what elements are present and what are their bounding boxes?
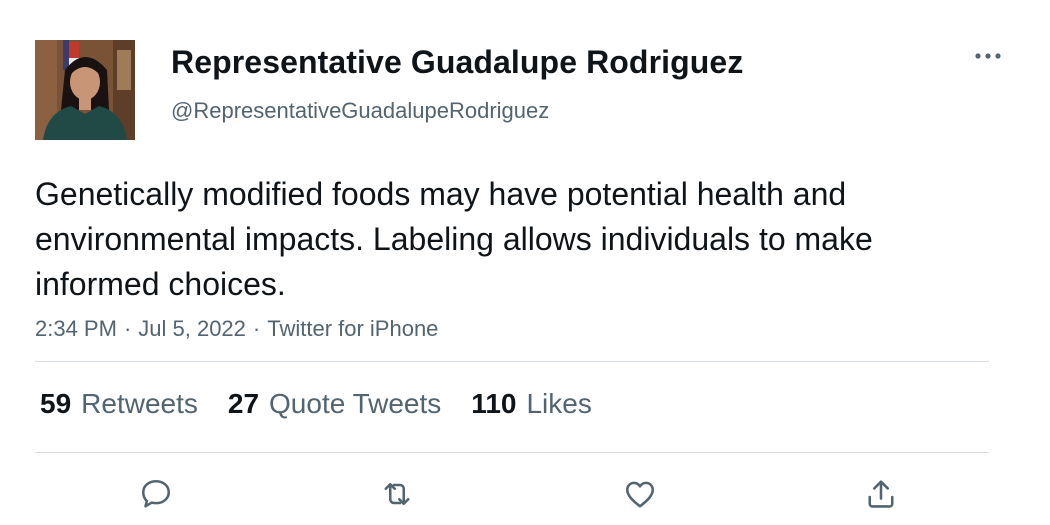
meta-separator: ·	[252, 316, 261, 341]
quote-tweets-label: Quote Tweets	[269, 388, 442, 419]
tweet-metadata: 2:34 PM · Jul 5, 2022 · Twitter for iPhone	[35, 316, 438, 342]
author-handle[interactable]: @RepresentativeGuadalupeRodriguez	[171, 98, 549, 124]
author-display-name[interactable]: Representative Guadalupe Rodriguez	[171, 44, 743, 81]
divider	[35, 452, 989, 453]
share-icon	[868, 480, 894, 508]
more-horizontal-icon[interactable]	[972, 42, 1004, 70]
likes-count: 110	[471, 388, 517, 419]
retweets-label: Retweets	[81, 388, 198, 419]
tweet-time[interactable]: 2:34 PM	[35, 316, 117, 341]
reply-icon	[141, 479, 171, 508]
reply-button[interactable]	[136, 474, 176, 514]
quote-tweets-stat[interactable]: 27 Quote Tweets	[228, 388, 441, 420]
profile-photo-icon	[35, 40, 135, 140]
retweet-button[interactable]	[377, 474, 417, 514]
meta-separator: ·	[123, 316, 132, 341]
likes-stat[interactable]: 110 Likes	[471, 388, 592, 420]
avatar[interactable]	[35, 40, 135, 140]
quote-tweets-count: 27	[227, 388, 260, 419]
tweet-source[interactable]: Twitter for iPhone	[267, 316, 438, 341]
tweet-date[interactable]: Jul 5, 2022	[138, 316, 246, 341]
divider	[35, 361, 989, 362]
retweets-stat[interactable]: 59 Retweets	[40, 388, 198, 420]
tweet-text: Genetically modified foods may have pote…	[35, 176, 873, 302]
engagement-stats: 59 Retweets 27 Quote Tweets 110 Likes	[40, 388, 592, 420]
heart-icon	[625, 481, 655, 508]
share-button[interactable]	[861, 474, 901, 514]
retweets-count: 59	[40, 388, 72, 419]
tweet-card: Representative Guadalupe Rodriguez @Repr…	[0, 0, 1050, 525]
like-button[interactable]	[620, 474, 660, 514]
likes-label: Likes	[526, 388, 592, 419]
action-bar	[0, 474, 1050, 514]
retweet-icon	[384, 482, 410, 506]
